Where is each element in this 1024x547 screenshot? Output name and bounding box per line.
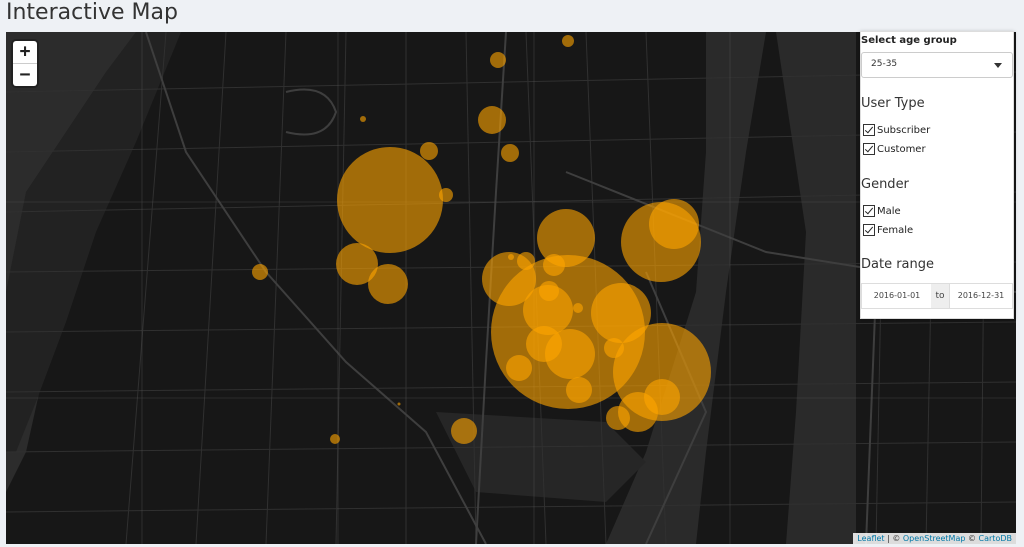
- marker: [368, 264, 408, 304]
- map-attribution: Leaflet | © OpenStreetMap © CartoDB: [853, 533, 1016, 544]
- gender-title: Gender: [861, 177, 909, 192]
- checkbox-checked-icon[interactable]: [863, 124, 875, 136]
- age-group-value: 25-35: [871, 59, 898, 69]
- attribution-separator: ©: [965, 534, 979, 543]
- date-to-input[interactable]: 2016-12-31: [949, 283, 1013, 309]
- marker: [252, 264, 268, 280]
- marker: [539, 281, 559, 301]
- marker: [566, 377, 592, 403]
- marker: [330, 434, 340, 444]
- age-group-select[interactable]: 25-35: [861, 52, 1013, 78]
- checkbox-subscriber[interactable]: Subscriber: [863, 124, 930, 138]
- date-range-title: Date range: [861, 257, 935, 272]
- zoom-control: + −: [13, 41, 37, 86]
- checkbox-customer[interactable]: Customer: [863, 143, 926, 157]
- attribution-separator: | ©: [884, 534, 903, 543]
- checkbox-checked-icon[interactable]: [863, 205, 875, 217]
- checkbox-label: Subscriber: [877, 125, 931, 136]
- checkbox-label: Customer: [877, 144, 926, 155]
- marker: [573, 303, 583, 313]
- marker: [420, 142, 438, 160]
- checkbox-female[interactable]: Female: [863, 224, 913, 238]
- marker: [526, 326, 562, 362]
- marker: [591, 283, 651, 343]
- user-type-title: User Type: [861, 96, 925, 111]
- marker: [606, 406, 630, 430]
- page-title: Interactive Map: [6, 0, 178, 25]
- checkbox-label: Male: [877, 206, 901, 217]
- marker: [543, 254, 565, 276]
- openstreetmap-link[interactable]: OpenStreetMap: [903, 534, 966, 543]
- date-separator: to: [931, 283, 949, 309]
- leaflet-link[interactable]: Leaflet: [857, 534, 884, 543]
- marker: [337, 147, 443, 253]
- marker: [604, 338, 624, 358]
- marker: [490, 52, 506, 68]
- zoom-in-button[interactable]: +: [13, 41, 37, 63]
- checkbox-label: Female: [877, 225, 914, 236]
- date-from-input[interactable]: 2016-01-01: [861, 283, 933, 309]
- marker: [451, 418, 477, 444]
- checkbox-male[interactable]: Male: [863, 205, 901, 219]
- checkbox-checked-icon[interactable]: [863, 224, 875, 236]
- marker: [501, 144, 519, 162]
- zoom-out-button[interactable]: −: [13, 63, 37, 86]
- cartodb-link[interactable]: CartoDB: [979, 534, 1012, 543]
- marker: [478, 106, 506, 134]
- marker: [360, 116, 366, 122]
- marker: [649, 199, 699, 249]
- filter-panel: Select age group 25-35 User Type Subscri…: [860, 31, 1014, 319]
- marker: [506, 355, 532, 381]
- checkbox-checked-icon[interactable]: [863, 143, 875, 155]
- marker: [644, 379, 680, 415]
- caret-down-icon: [994, 63, 1002, 68]
- marker: [517, 252, 535, 270]
- age-group-label: Select age group: [861, 35, 957, 46]
- marker: [508, 254, 514, 260]
- marker: [439, 188, 453, 202]
- marker: [562, 35, 574, 47]
- marker: [397, 402, 401, 406]
